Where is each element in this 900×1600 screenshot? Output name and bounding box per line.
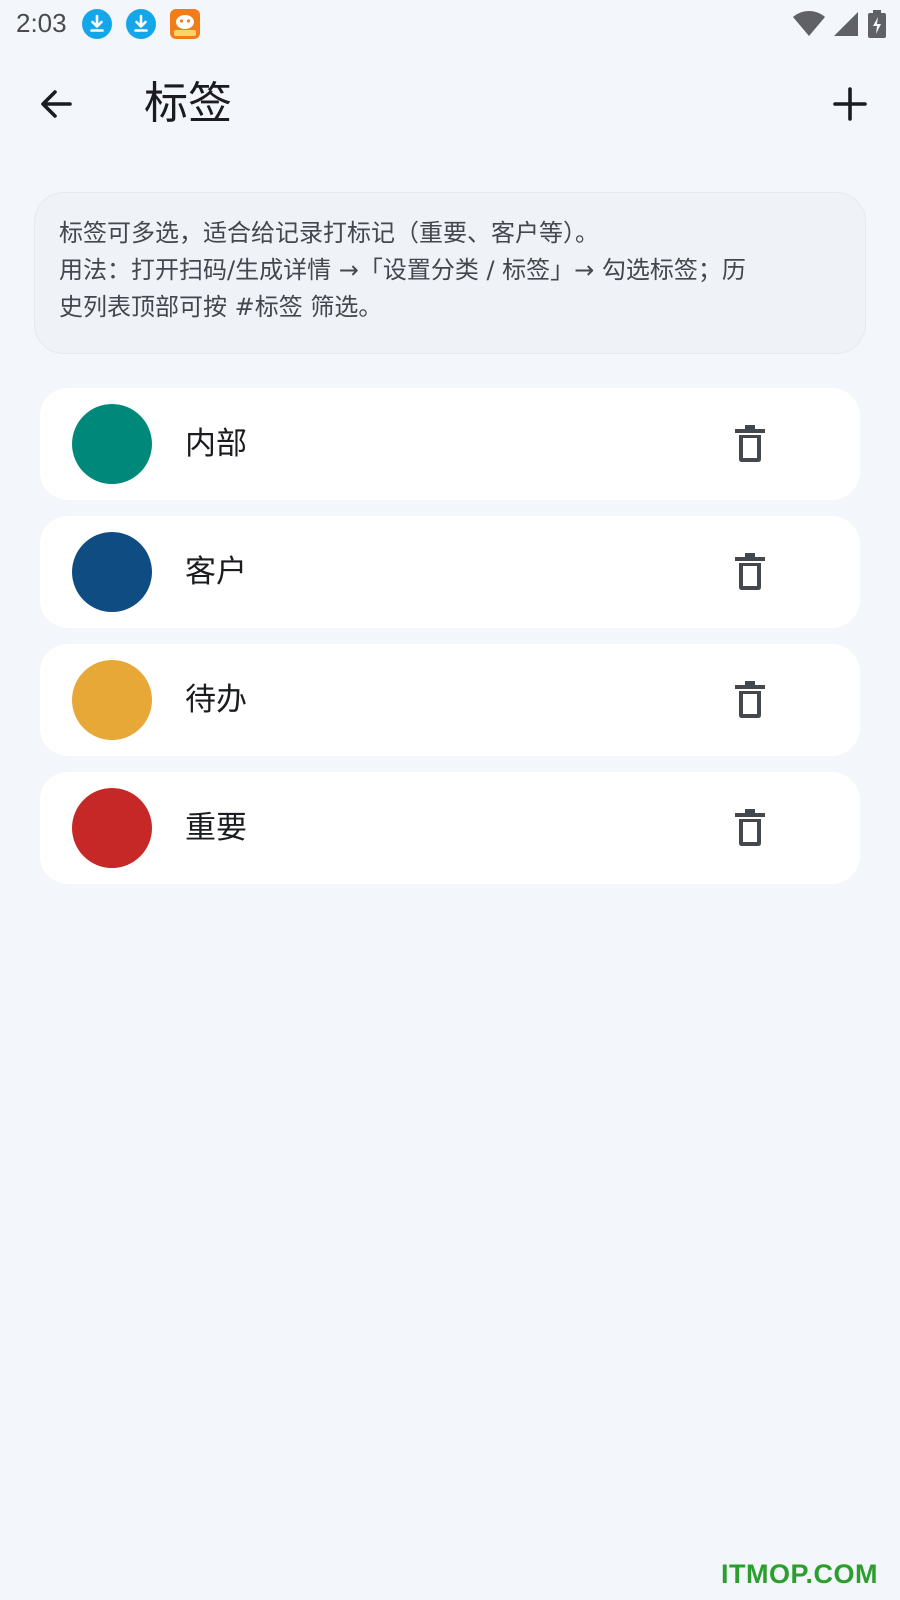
- tag-name: 客户: [185, 554, 247, 590]
- plus-icon: [833, 87, 867, 121]
- tag-name: 待办: [185, 682, 247, 718]
- info-card: 标签可多选，适合给记录打标记（重要、客户等）。 用法：打开扫码/生成详情 →「设…: [34, 192, 866, 354]
- trash-icon: [735, 553, 765, 590]
- tag-color-swatch: [72, 788, 152, 868]
- signal-icon: [834, 12, 858, 36]
- tag-item[interactable]: 重要: [40, 772, 860, 884]
- download-icon: [82, 9, 112, 39]
- status-time: 2:03: [16, 8, 67, 38]
- add-tag-button[interactable]: [824, 78, 876, 130]
- tag-item[interactable]: 内部: [40, 388, 860, 500]
- status-bar: 2:03: [0, 0, 900, 50]
- wifi-icon: [793, 11, 825, 36]
- watermark: ITMOP.COM: [720, 1559, 878, 1589]
- tag-list: 内部 客户 待办 重要: [40, 388, 860, 900]
- trash-icon: [735, 809, 765, 846]
- tag-color-swatch: [72, 660, 152, 740]
- page-title: 标签: [144, 78, 232, 129]
- app-notification-icon: [170, 9, 200, 39]
- delete-tag-button[interactable]: [720, 542, 780, 602]
- delete-tag-button[interactable]: [720, 414, 780, 474]
- download-icon: [126, 9, 156, 39]
- tag-color-swatch: [72, 532, 152, 612]
- info-text: 标签可多选，适合给记录打标记（重要、客户等）。 用法：打开扫码/生成详情 →「设…: [59, 219, 746, 321]
- battery-charging-icon: [868, 10, 886, 38]
- tag-color-swatch: [72, 404, 152, 484]
- delete-tag-button[interactable]: [720, 670, 780, 730]
- trash-icon: [735, 425, 765, 462]
- trash-icon: [735, 681, 765, 718]
- top-app-bar: 标签: [0, 52, 900, 158]
- back-button[interactable]: [30, 78, 82, 130]
- tag-name: 重要: [185, 810, 247, 846]
- arrow-back-icon: [41, 90, 72, 118]
- delete-tag-button[interactable]: [720, 798, 780, 858]
- tag-item[interactable]: 客户: [40, 516, 860, 628]
- tag-name: 内部: [185, 426, 247, 462]
- tag-item[interactable]: 待办: [40, 644, 860, 756]
